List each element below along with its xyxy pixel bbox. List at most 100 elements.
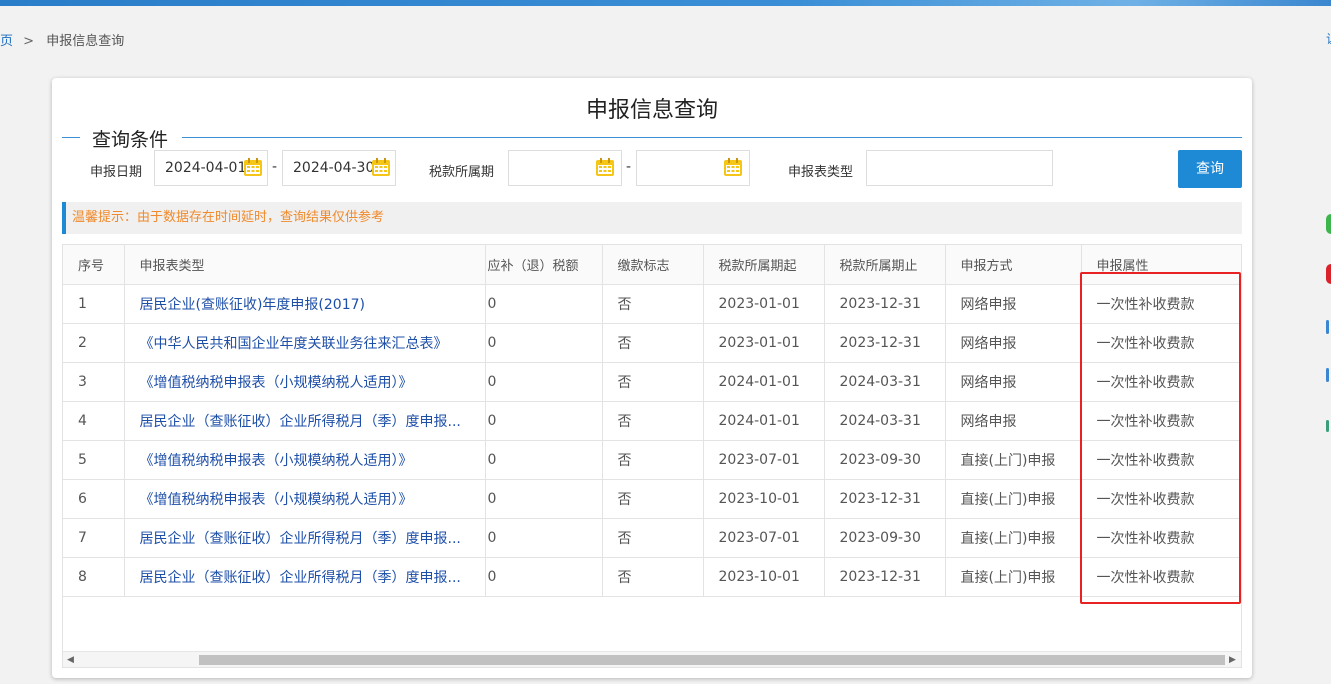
- declare-date-end-input[interactable]: 2024-04-30: [282, 150, 396, 186]
- table-row[interactable]: 7 居民企业（查账征收）企业所得税月（季）度申报... 0 否 2023-07-01 20…: [63, 518, 1241, 558]
- table-row[interactable]: 6 《增值税纳税申报表（小规模纳税人适用）》 0 否 2023-10-01 2023-12…: [63, 479, 1241, 519]
- table-cell: 2023-12-31: [824, 284, 946, 324]
- table-row[interactable]: 5 《增值税纳税申报表（小规模纳税人适用）》 0 否 2023-07-01 2023-09…: [63, 440, 1241, 480]
- declare-date-start-value: 2024-04-01: [165, 160, 247, 176]
- table-cell: 2023-12-31: [824, 557, 946, 597]
- declaration-table: 序号 申报表类型 应补（退）税额 缴款标志 税款所属期起 税款所属期止 申报方式…: [63, 245, 1241, 597]
- table-cell: 否: [602, 323, 704, 363]
- table-cell: 0: [485, 479, 603, 519]
- table-cell: 直接(上门)申报: [945, 440, 1082, 480]
- query-panel: 申报信息查询 查询条件 申报日期 2024-04-01 - 2024-04-30…: [52, 78, 1252, 678]
- breadcrumb: 页 > 申报信息查询: [0, 30, 124, 49]
- table-cell: 8: [63, 557, 125, 597]
- legend-divider-left: [62, 137, 80, 138]
- highlight-annotation-box: [1080, 272, 1241, 604]
- table-cell: 0: [485, 401, 603, 441]
- table-cell: 否: [602, 557, 704, 597]
- table-cell: 2024-03-31: [824, 401, 946, 441]
- table-cell: 2023-12-31: [824, 479, 946, 519]
- page-title: 申报信息查询: [585, 98, 718, 123]
- form-type-link[interactable]: 居民企业(查账征收)年度申报(2017): [124, 284, 486, 324]
- tax-period-label: 税款所属期: [429, 165, 495, 180]
- table-cell: 网络申报: [945, 284, 1082, 324]
- column-header[interactable]: 缴款标志: [602, 245, 704, 285]
- date-range-separator: -: [626, 159, 632, 175]
- table-cell: 否: [602, 401, 704, 441]
- form-type-link[interactable]: 《中华人民共和国企业年度关联业务往来汇总表》: [124, 323, 486, 363]
- table-cell: 2: [63, 323, 125, 363]
- scroll-right-arrow-icon[interactable]: ▶: [1229, 655, 1236, 665]
- column-header[interactable]: 申报方式: [945, 245, 1082, 285]
- red-status-icon[interactable]: [1326, 264, 1331, 284]
- horizontal-scrollbar[interactable]: ◀ ▶: [63, 651, 1241, 667]
- query-button[interactable]: 查询: [1178, 150, 1242, 188]
- table-cell: 0: [485, 440, 603, 480]
- table-cell: 6: [63, 479, 125, 519]
- table-cell: 1: [63, 284, 125, 324]
- calendar-icon[interactable]: [595, 157, 615, 177]
- tax-period-start-input[interactable]: [508, 150, 622, 186]
- column-header[interactable]: 序号: [63, 245, 125, 285]
- calendar-icon[interactable]: [723, 157, 743, 177]
- form-type-link[interactable]: 《增值税纳税申报表（小规模纳税人适用）》: [124, 362, 486, 402]
- query-section-legend: 查询条件: [92, 129, 169, 151]
- top-accent-bar: [0, 0, 1331, 6]
- column-header[interactable]: 税款所属期起: [703, 245, 825, 285]
- table-cell: 否: [602, 284, 704, 324]
- warm-tip-banner: 温馨提示：由于数据存在时间延时，查询结果仅供参考: [62, 202, 1242, 234]
- calendar-icon[interactable]: [243, 157, 263, 177]
- table-row[interactable]: 3 《增值税纳税申报表（小规模纳税人适用）》 0 否 2024-01-01 2024-03…: [63, 362, 1241, 402]
- table-cell: 2024-01-01: [703, 401, 825, 441]
- form-type-link[interactable]: 《增值税纳税申报表（小规模纳税人适用）》: [124, 440, 486, 480]
- breadcrumb-home-link[interactable]: 页: [0, 34, 13, 49]
- table-cell: 2023-07-01: [703, 440, 825, 480]
- tax-period-end-input[interactable]: [636, 150, 750, 186]
- form-type-link[interactable]: 居民企业（查账征收）企业所得税月（季）度申报...: [124, 557, 486, 597]
- form-type-link[interactable]: 居民企业（查账征收）企业所得税月（季）度申报...: [124, 518, 486, 558]
- table-header-row: 序号 申报表类型 应补（退）税额 缴款标志 税款所属期起 税款所属期止 申报方式…: [63, 245, 1241, 285]
- declare-date-start-input[interactable]: 2024-04-01: [154, 150, 268, 186]
- column-header[interactable]: 税款所属期止: [824, 245, 946, 285]
- table-cell: 网络申报: [945, 362, 1082, 402]
- table-cell: 2024-03-31: [824, 362, 946, 402]
- table-cell: 直接(上门)申报: [945, 479, 1082, 519]
- form-type-label: 申报表类型: [788, 165, 854, 180]
- declare-date-end-value: 2024-04-30: [293, 160, 375, 176]
- table-cell: 2024-01-01: [703, 362, 825, 402]
- table-cell: 0: [485, 518, 603, 558]
- scroll-left-arrow-icon[interactable]: ◀: [67, 655, 74, 665]
- table-cell: 2023-10-01: [703, 479, 825, 519]
- table-cell: 7: [63, 518, 125, 558]
- table-cell: 0: [485, 323, 603, 363]
- calendar-icon[interactable]: [371, 157, 391, 177]
- table-cell: 5: [63, 440, 125, 480]
- scrollbar-thumb[interactable]: [199, 655, 1225, 665]
- table-cell: 0: [485, 284, 603, 324]
- column-header[interactable]: 应补（退）税额: [485, 245, 603, 285]
- table-row[interactable]: 4 居民企业（查账征收）企业所得税月（季）度申报... 0 否 2024-01-01 20…: [63, 401, 1241, 441]
- form-type-select[interactable]: [866, 150, 1053, 186]
- table-cell: 0: [485, 557, 603, 597]
- table-cell: 2023-10-01: [703, 557, 825, 597]
- green-status-icon[interactable]: [1326, 214, 1331, 234]
- table-cell: 2023-09-30: [824, 518, 946, 558]
- form-type-link[interactable]: 《增值税纳税申报表（小规模纳税人适用）》: [124, 479, 486, 519]
- table-cell: 否: [602, 518, 704, 558]
- table-row[interactable]: 2 《中华人民共和国企业年度关联业务往来汇总表》 0 否 2023-01-01 2023-…: [63, 323, 1241, 363]
- breadcrumb-separator: >: [23, 34, 35, 49]
- form-type-link[interactable]: 居民企业（查账征收）企业所得税月（季）度申报...: [124, 401, 486, 441]
- legend-divider-right: [182, 137, 1242, 138]
- table-cell: 2023-01-01: [703, 323, 825, 363]
- table-cell: 2023-12-31: [824, 323, 946, 363]
- sidebar-fragment-icon: [1326, 420, 1329, 432]
- right-sidebar-fragments: [1326, 0, 1331, 684]
- table-cell: 网络申报: [945, 401, 1082, 441]
- table-cell: 否: [602, 479, 704, 519]
- column-header[interactable]: 申报表类型: [124, 245, 486, 285]
- table-row[interactable]: 8 居民企业（查账征收）企业所得税月（季）度申报... 0 否 2023-10-01 20…: [63, 557, 1241, 597]
- table-cell: 2023-01-01: [703, 284, 825, 324]
- table-cell: 4: [63, 401, 125, 441]
- table-row[interactable]: 1 居民企业(查账征收)年度申报(2017) 0 否 2023-01-01 2023-12…: [63, 284, 1241, 324]
- table-cell: 网络申报: [945, 323, 1082, 363]
- date-range-separator: -: [272, 159, 278, 175]
